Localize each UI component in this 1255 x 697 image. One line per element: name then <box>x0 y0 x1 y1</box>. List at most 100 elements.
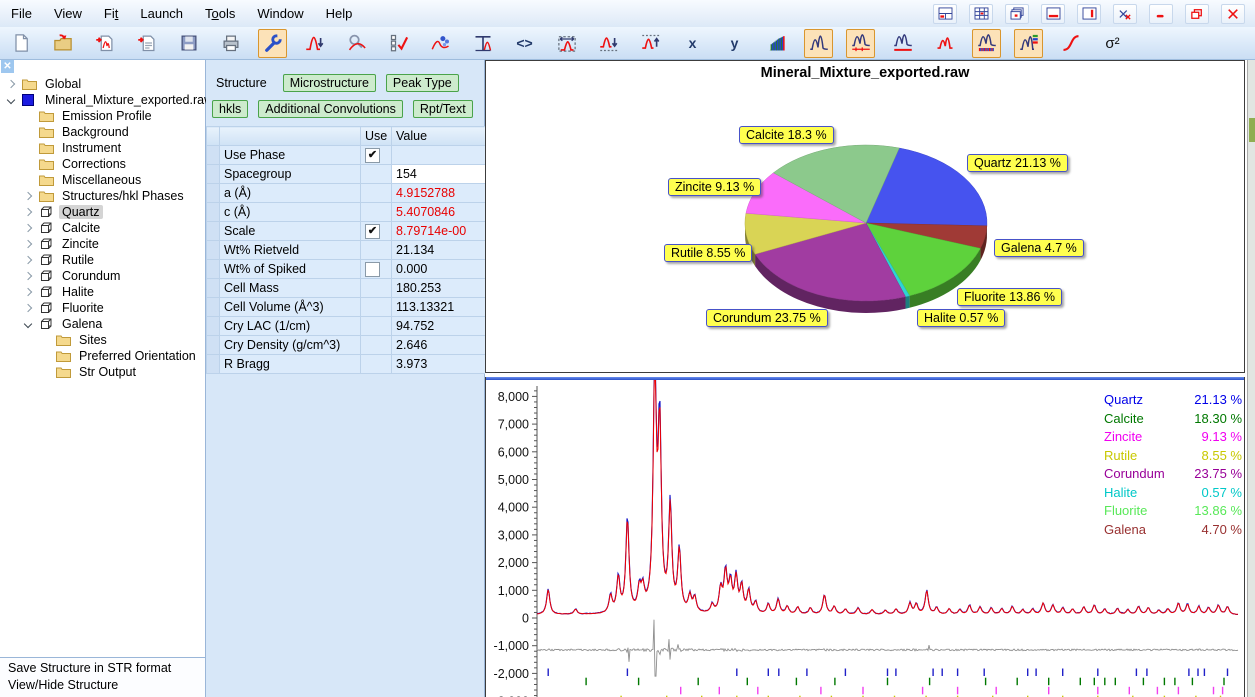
tab-microstructure[interactable]: Microstructure <box>283 74 376 92</box>
value-cell[interactable]: 2.646 <box>392 336 487 355</box>
shift-pattern-up-icon[interactable] <box>636 29 665 58</box>
tab-rpt-text[interactable]: Rpt/Text <box>413 100 473 118</box>
code-view-icon[interactable]: <> <box>510 29 539 58</box>
menu-tools[interactable]: Tools <box>194 6 246 21</box>
prop-row-c: c (Å)5.4070846c_qua <box>207 203 487 222</box>
refinement-options-icon[interactable] <box>384 29 413 58</box>
fit-peak-icon[interactable] <box>300 29 329 58</box>
tree-item-miscellaneous[interactable]: Miscellaneous <box>0 172 205 188</box>
expand-icon[interactable] <box>23 271 33 281</box>
tree-item-halite[interactable]: Halite <box>0 284 205 300</box>
tree-item-background[interactable]: Background <box>0 124 205 140</box>
close-all-icon[interactable] <box>1113 4 1137 24</box>
value-cell[interactable]: 21.134 <box>392 241 487 260</box>
right-scrollbar[interactable] <box>1247 60 1255 697</box>
save-icon[interactable] <box>174 29 203 58</box>
menu-fit[interactable]: Fit <box>93 6 129 21</box>
import-template-icon[interactable] <box>132 29 161 58</box>
use-checkbox[interactable]: ✔ <box>365 148 380 163</box>
expand-icon[interactable] <box>23 303 33 313</box>
menu-window[interactable]: Window <box>246 6 314 21</box>
expand-icon[interactable] <box>23 223 33 233</box>
collapse-icon[interactable] <box>23 319 33 329</box>
tree-item-galena[interactable]: Galena <box>0 316 205 332</box>
cumulative-chi2-icon[interactable] <box>1056 29 1085 58</box>
value-cell[interactable]: 94.752 <box>392 317 487 336</box>
tree-item-rutile[interactable]: Rutile <box>0 252 205 268</box>
minimize-icon[interactable] <box>1149 4 1173 24</box>
sigma-squared-button[interactable]: σ² <box>1098 29 1127 58</box>
tree-indent <box>23 111 33 121</box>
tree-item-emission-profile[interactable]: Emission Profile <box>0 108 205 124</box>
show-calculated-icon[interactable] <box>930 29 959 58</box>
use-checkbox[interactable] <box>365 262 380 277</box>
structure-atoms-icon[interactable] <box>426 29 455 58</box>
value-cell[interactable]: 5.4070846 <box>392 203 487 222</box>
tree-item-zincite[interactable]: Zincite <box>0 236 205 252</box>
show-difference-icon[interactable] <box>846 29 875 58</box>
tree-item-global[interactable]: Global <box>0 76 205 92</box>
tree-item-mineral-mixture-exported-raw[interactable]: Mineral_Mixture_exported.raw <box>0 92 205 108</box>
expand-icon[interactable] <box>23 207 33 217</box>
tab-hkls[interactable]: hkls <box>212 100 248 118</box>
split-horizontal-icon[interactable] <box>1041 4 1065 24</box>
value-cell[interactable]: 154 <box>392 165 487 184</box>
x-axis-button[interactable]: x <box>678 29 707 58</box>
layout-panel-icon[interactable] <box>933 4 957 24</box>
stacked-patterns-icon[interactable] <box>762 29 791 58</box>
cascade-windows-icon[interactable] <box>1005 4 1029 24</box>
value-cell[interactable]: 180.253 <box>392 279 487 298</box>
expand-icon[interactable] <box>23 239 33 249</box>
value-cell[interactable]: 8.79714e-00 <box>392 222 487 241</box>
menu-help[interactable]: Help <box>315 6 364 21</box>
tree-item-fluorite[interactable]: Fluorite <box>0 300 205 316</box>
expand-icon[interactable] <box>23 287 33 297</box>
show-tick-marks-icon[interactable] <box>972 29 1001 58</box>
peak-search-icon[interactable] <box>342 29 371 58</box>
use-checkbox[interactable]: ✔ <box>365 224 380 239</box>
open-file-icon[interactable] <box>48 29 77 58</box>
value-cell[interactable]: 3.973 <box>392 355 487 374</box>
value-cell[interactable]: 4.9152788 <box>392 184 487 203</box>
value-cell[interactable]: 113.13321 <box>392 298 487 317</box>
launch-mode-wrench-icon[interactable] <box>258 29 287 58</box>
tree-item-structures-hkl-phases[interactable]: Structures/hkl Phases <box>0 188 205 204</box>
tree-item-corrections[interactable]: Corrections <box>0 156 205 172</box>
collapse-icon[interactable] <box>6 95 16 105</box>
show-pattern-icon[interactable] <box>804 29 833 58</box>
tree-item-corundum[interactable]: Corundum <box>0 268 205 284</box>
tree-panel: ✕ GlobalMineral_Mixture_exported.rawEmis… <box>0 60 206 697</box>
grid-layout-icon[interactable] <box>969 4 993 24</box>
tree-item-preferred-orientation[interactable]: Preferred Orientation <box>0 348 205 364</box>
expand-icon[interactable] <box>23 255 33 265</box>
close-tree-icon[interactable]: ✕ <box>1 60 14 73</box>
tab-additional-convolutions[interactable]: Additional Convolutions <box>258 100 403 118</box>
tree-item-instrument[interactable]: Instrument <box>0 140 205 156</box>
menu-launch[interactable]: Launch <box>129 6 194 21</box>
expand-icon[interactable] <box>23 191 33 201</box>
scrollbar-thumb[interactable] <box>1249 118 1255 142</box>
tree-item-str-output[interactable]: Str Output <box>0 364 205 380</box>
shift-pattern-down-icon[interactable] <box>594 29 623 58</box>
import-data-icon[interactable] <box>90 29 119 58</box>
split-vertical-icon[interactable] <box>1077 4 1101 24</box>
zoom-range-icon[interactable] <box>552 29 581 58</box>
print-icon[interactable] <box>216 29 245 58</box>
pie-label-zincite: Zincite 9.13 % <box>668 178 761 196</box>
menu-view[interactable]: View <box>43 6 93 21</box>
close-icon[interactable] <box>1221 4 1245 24</box>
tab-peak-type[interactable]: Peak Type <box>386 74 459 92</box>
tree-item-sites[interactable]: Sites <box>0 332 205 348</box>
value-cell[interactable]: 0.000 <box>392 260 487 279</box>
new-document-icon[interactable] <box>6 29 35 58</box>
show-legend-icon[interactable] <box>1014 29 1043 58</box>
restore-icon[interactable] <box>1185 4 1209 24</box>
menu-file[interactable]: File <box>0 6 43 21</box>
y-axis-button[interactable]: y <box>720 29 749 58</box>
tree-item-calcite[interactable]: Calcite <box>0 220 205 236</box>
show-background-icon[interactable] <box>888 29 917 58</box>
tree-item-quartz[interactable]: Quartz <box>0 204 205 220</box>
value-cell[interactable] <box>392 146 487 165</box>
range-limit-icon[interactable] <box>468 29 497 58</box>
expand-icon[interactable] <box>6 79 16 89</box>
